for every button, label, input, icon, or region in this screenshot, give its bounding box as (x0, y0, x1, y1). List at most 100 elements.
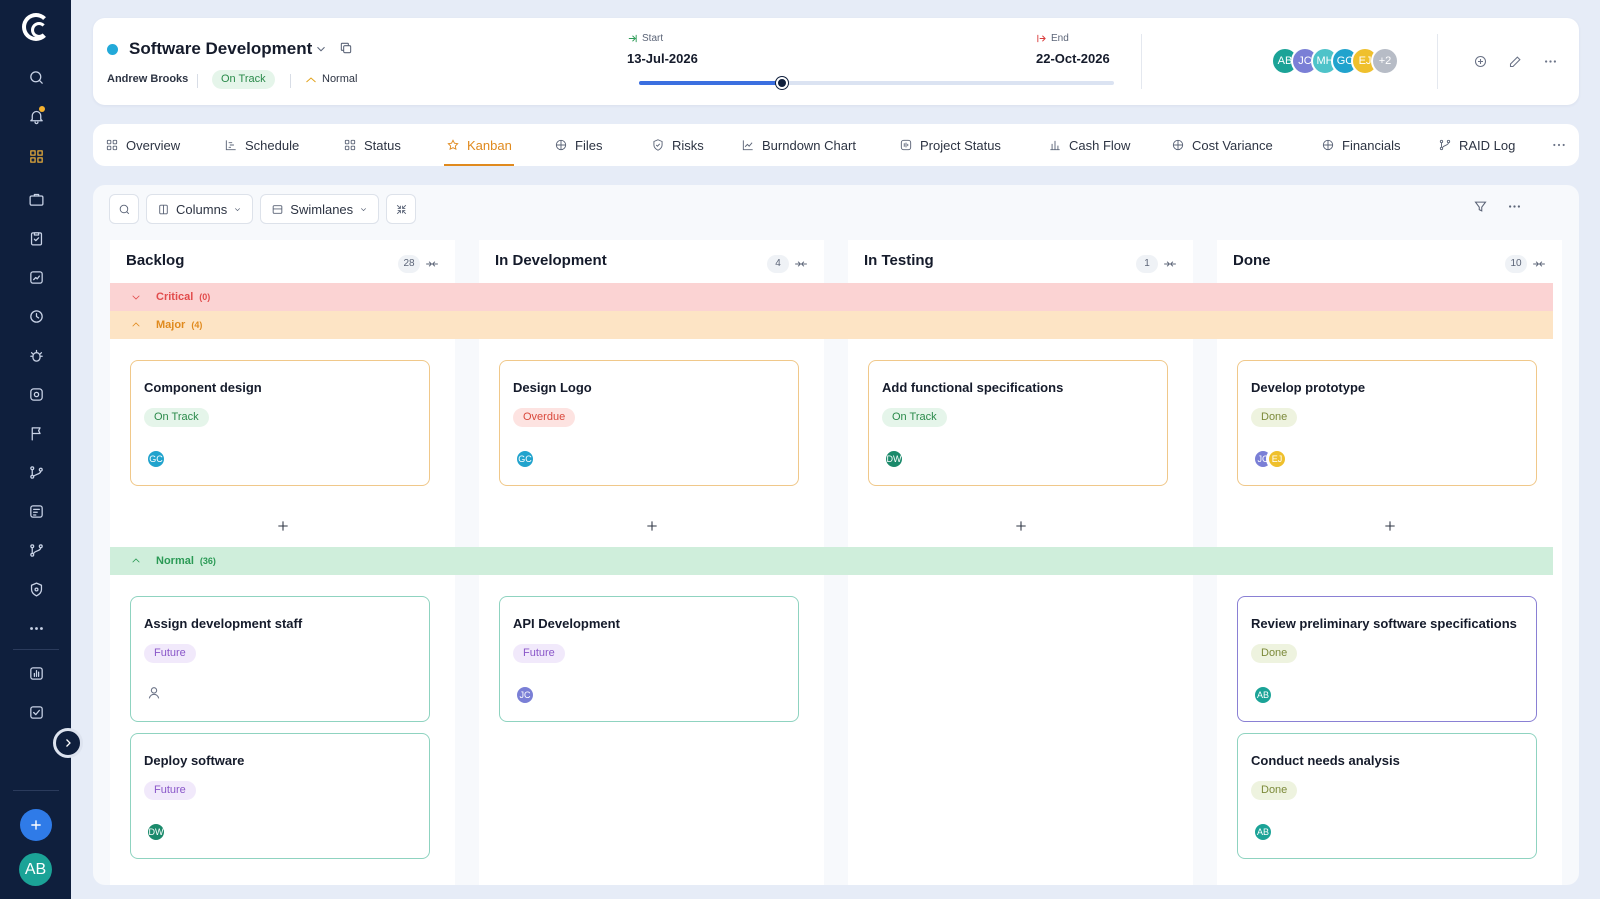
tabs-more-icon[interactable] (1551, 137, 1567, 153)
table-icon (555, 139, 567, 151)
copy-icon[interactable] (339, 41, 353, 55)
bell-icon[interactable] (25, 105, 47, 127)
column-title: In Development (495, 252, 607, 269)
fullscreen-button[interactable] (386, 194, 417, 224)
assignee-avatar[interactable]: AB (1253, 685, 1273, 705)
collapse-column-icon[interactable] (425, 257, 439, 269)
clock-icon[interactable] (25, 305, 47, 327)
tab-status[interactable]: Status (343, 124, 401, 166)
checklist-icon[interactable] (25, 701, 47, 723)
add-circle-icon[interactable] (1472, 53, 1488, 69)
assignee-avatar[interactable]: GC (146, 449, 166, 469)
progress-handle[interactable] (775, 77, 788, 89)
task-assignees[interactable]: GC (146, 449, 166, 469)
tab-cash-flow[interactable]: Cash Flow (1048, 124, 1130, 166)
assignee-avatar[interactable]: EJ (1267, 449, 1287, 469)
chevron-down-icon[interactable] (314, 42, 328, 56)
add-card-button[interactable] (276, 519, 290, 533)
tab-project-status[interactable]: Project Status (899, 124, 1001, 166)
team-overflow-count[interactable]: +2 (1371, 47, 1399, 75)
task-status-badge: Future (513, 644, 565, 663)
tab-files[interactable]: Files (554, 124, 602, 166)
task-title: Deploy software (144, 753, 245, 768)
task-card[interactable]: API Development Future JC (499, 596, 799, 722)
swimlane-count: (0) (199, 292, 211, 302)
task-assignees[interactable]: DW (146, 822, 166, 842)
tab-schedule[interactable]: Schedule (224, 124, 299, 166)
task-card[interactable]: Design Logo Overdue GC (499, 360, 799, 486)
unassigned-user-icon[interactable] (146, 685, 162, 706)
target-icon[interactable] (25, 383, 47, 405)
task-card[interactable]: Develop prototype Done JC EJ (1237, 360, 1537, 486)
assignee-avatar[interactable]: DW (884, 449, 904, 469)
assignee-avatar[interactable]: DW (146, 822, 166, 842)
collapse-column-icon[interactable] (794, 257, 808, 269)
task-card[interactable]: Deploy software Future DW (130, 733, 430, 859)
task-title: Develop prototype (1251, 380, 1366, 395)
assignee-avatar[interactable]: GC (515, 449, 535, 469)
tab-cost-variance[interactable]: Cost Variance (1171, 124, 1273, 166)
user-avatar[interactable]: AB (19, 853, 52, 886)
more-options-icon[interactable] (1542, 53, 1558, 69)
task-assignees[interactable] (146, 685, 162, 706)
swimlanes-button[interactable]: Swimlanes (260, 194, 380, 224)
board-more-icon[interactable] (1507, 199, 1523, 215)
tab-financials[interactable]: Financials (1321, 124, 1401, 166)
task-card[interactable]: Conduct needs analysis Done AB (1237, 733, 1537, 859)
more-icon[interactable] (25, 617, 47, 639)
tab-burndown-chart[interactable]: Burndown Chart (741, 124, 856, 166)
task-assignees[interactable]: JC EJ (1253, 449, 1287, 469)
git-branch-icon[interactable] (25, 461, 47, 483)
add-card-button[interactable] (1383, 519, 1397, 533)
task-card[interactable]: Review preliminary software specificatio… (1237, 596, 1537, 722)
swimlane-name: Critical (156, 291, 194, 303)
tab-label: Financials (1342, 137, 1401, 153)
tab-raid-log[interactable]: RAID Log (1438, 124, 1515, 166)
add-card-button[interactable] (1014, 519, 1028, 533)
tab-label: Status (364, 137, 401, 153)
start-arrow-icon (628, 34, 637, 43)
bug-icon[interactable] (25, 344, 47, 366)
task-assignees[interactable]: DW (884, 449, 904, 469)
task-card[interactable]: Assign development staff Future (130, 596, 430, 722)
task-assignees[interactable]: AB (1253, 822, 1273, 842)
apps-grid-icon[interactable] (25, 145, 47, 167)
add-card-button[interactable] (645, 519, 659, 533)
project-title[interactable]: Software Development (129, 39, 312, 59)
assignee-avatar[interactable]: AB (1253, 822, 1273, 842)
board-search-button[interactable] (109, 194, 139, 224)
task-card[interactable]: Add functional specifications On Track DW (868, 360, 1168, 486)
briefcase-icon[interactable] (25, 188, 47, 210)
swimlane-major[interactable]: Major (4) (110, 311, 1553, 339)
clipboard-icon[interactable] (25, 227, 47, 249)
team-avatars[interactable]: AB JC MH GC EJ +2 (1271, 47, 1399, 75)
shield-check-icon[interactable] (25, 578, 47, 600)
notification-dot (39, 106, 45, 112)
workflow-icon[interactable] (25, 539, 47, 561)
task-assignees[interactable]: JC (515, 685, 535, 705)
dashboard-icon[interactable] (25, 662, 47, 684)
swimlane-normal[interactable]: Normal (36) (110, 547, 1553, 575)
create-button[interactable] (20, 809, 52, 841)
tab-kanban[interactable]: Kanban (446, 124, 512, 166)
report-icon[interactable] (25, 500, 47, 522)
tab-overview[interactable]: Overview (105, 124, 180, 166)
sidebar-expand-button[interactable] (53, 728, 83, 758)
search-icon[interactable] (25, 66, 47, 88)
app-logo[interactable] (22, 13, 50, 41)
line-chart-icon (742, 140, 753, 151)
swimlane-critical[interactable]: Critical (0) (110, 283, 1553, 311)
columns-button[interactable]: Columns (146, 194, 254, 224)
filter-icon[interactable] (1473, 199, 1489, 215)
analytics-icon[interactable] (25, 266, 47, 288)
assignee-avatar[interactable]: JC (515, 685, 535, 705)
collapse-column-icon[interactable] (1532, 257, 1546, 269)
tab-risks[interactable]: Risks (651, 124, 704, 166)
task-assignees[interactable]: GC (515, 449, 535, 469)
task-assignees[interactable]: AB (1253, 685, 1273, 705)
collapse-column-icon[interactable] (1163, 257, 1177, 269)
grid-icon (106, 139, 118, 151)
flag-icon[interactable] (25, 422, 47, 444)
edit-icon[interactable] (1507, 53, 1523, 69)
task-card[interactable]: Component design On Track GC (130, 360, 430, 486)
